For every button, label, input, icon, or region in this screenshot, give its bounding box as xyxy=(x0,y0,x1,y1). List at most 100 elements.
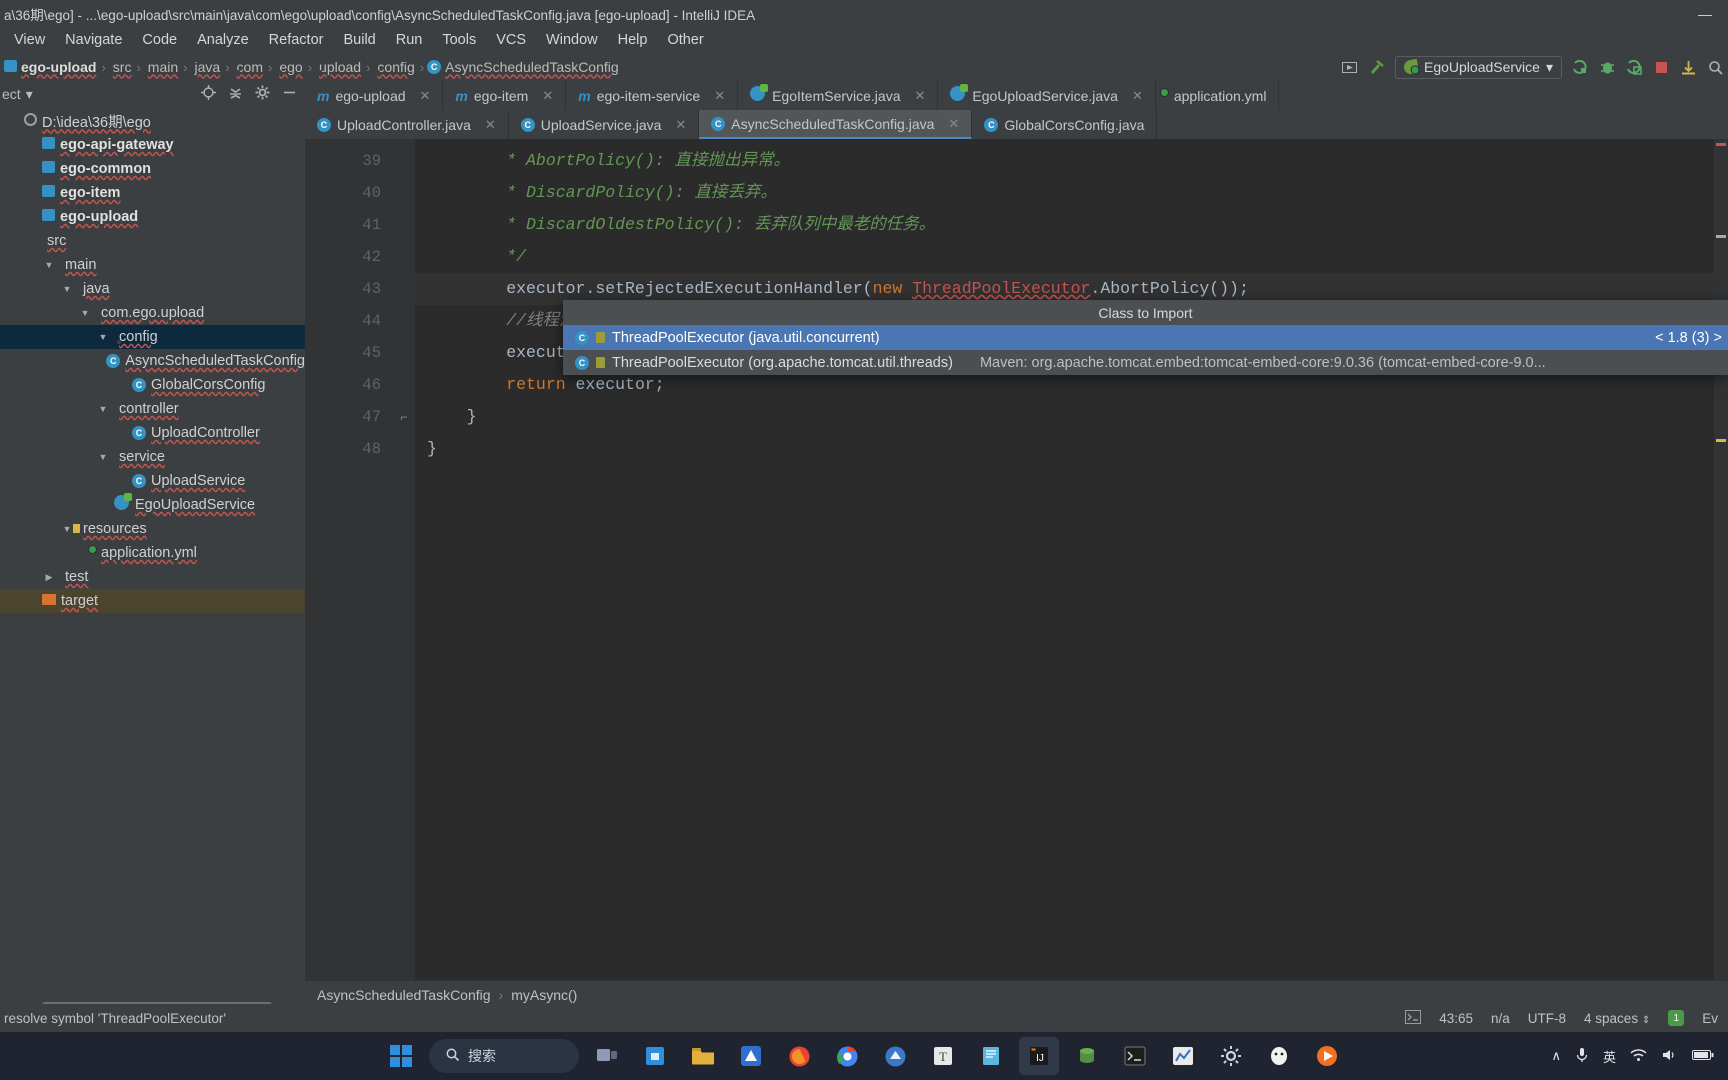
menu-item-other[interactable]: Other xyxy=(657,30,713,50)
code-folding-column[interactable]: ⌐ xyxy=(393,139,415,980)
project-tree[interactable]: D:\idea\36期\ego ego-api-gateway ego-common… xyxy=(0,107,305,1001)
inspection-warning-badge[interactable]: 1 xyxy=(1668,1010,1685,1026)
class-to-import-popup[interactable]: Class to Import C ThreadPoolExecutor (jav… xyxy=(563,300,1728,375)
menu-item-build[interactable]: Build xyxy=(333,30,385,50)
run-button-icon[interactable] xyxy=(1572,59,1589,76)
chevron-down-icon[interactable]: ▼ xyxy=(79,308,91,318)
fold-marker-icon[interactable]: ⌐ xyxy=(400,410,407,424)
menu-item-code[interactable]: Code xyxy=(132,30,187,50)
tree-node-src[interactable]: src xyxy=(0,229,305,253)
editor-tab-ego-item-service[interactable]: m ego-item-service ✕ xyxy=(566,81,739,110)
menu-item-navigate[interactable]: Navigate xyxy=(55,30,132,50)
close-icon[interactable]: ✕ xyxy=(714,88,725,104)
import-option-0[interactable]: C ThreadPoolExecutor (java.util.concurren… xyxy=(563,325,1728,350)
breadcrumb-item-upload[interactable]: upload xyxy=(313,59,365,76)
breadcrumb-item-src[interactable]: src xyxy=(107,59,136,76)
tree-node-controller[interactable]: ▼ controller xyxy=(0,397,305,421)
gear-icon[interactable] xyxy=(255,85,270,103)
tree-node-config[interactable]: ▼ config xyxy=(0,325,305,349)
tree-node-d-idea-36-ego[interactable]: D:\idea\36期\ego xyxy=(0,109,305,133)
code-line[interactable]: * AbortPolicy(): 直接抛出异常。 xyxy=(415,145,1728,177)
tree-node-resources[interactable]: ▼ resources xyxy=(0,517,305,541)
chevron-down-icon[interactable]: ▼ xyxy=(97,452,109,462)
file-encoding[interactable]: UTF-8 xyxy=(1528,1011,1566,1026)
tree-node-globalcorsconfig[interactable]: C GlobalCorsConfig xyxy=(0,373,305,397)
collapse-all-icon[interactable] xyxy=(228,85,243,103)
menu-item-analyze[interactable]: Analyze xyxy=(187,30,259,50)
wifi-icon[interactable] xyxy=(1630,1048,1647,1065)
indent-setting[interactable]: 4 spaces ⇕ xyxy=(1584,1011,1650,1026)
minimize-button[interactable]: — xyxy=(1682,0,1728,27)
error-stripe-marker-bar[interactable] xyxy=(1714,139,1728,980)
debug-button-icon[interactable] xyxy=(1599,59,1616,76)
code-line[interactable]: * DiscardPolicy(): 直接丢弃。 xyxy=(415,177,1728,209)
close-icon[interactable]: ✕ xyxy=(1132,88,1143,104)
editor-breadcrumb-myasync-[interactable]: myAsync() xyxy=(511,987,577,1003)
firefox-icon[interactable] xyxy=(779,1037,819,1075)
editor-tab-globalcorsconfig-java[interactable]: C GlobalCorsConfig.java xyxy=(972,110,1158,139)
breadcrumb-item-AsyncScheduledTaskConfig[interactable]: C AsyncScheduledTaskConfig xyxy=(425,59,623,76)
breadcrumb-item-main[interactable]: main xyxy=(142,59,182,76)
chevron-down-icon[interactable]: ▼ xyxy=(43,260,55,270)
terminal-icon[interactable] xyxy=(1115,1037,1155,1075)
close-icon[interactable]: ✕ xyxy=(420,88,431,104)
tree-node-uploadcontroller[interactable]: C UploadController xyxy=(0,421,305,445)
code-line[interactable]: } xyxy=(415,433,1728,465)
ide-icon[interactable] xyxy=(731,1037,771,1075)
close-icon[interactable]: ✕ xyxy=(675,117,686,133)
media-player-icon[interactable] xyxy=(1307,1037,1347,1075)
chevron-down-icon[interactable]: ▼ xyxy=(61,524,73,534)
task-view-icon[interactable] xyxy=(587,1037,627,1075)
tree-node-main[interactable]: ▼ main xyxy=(0,253,305,277)
open-terminal-icon[interactable] xyxy=(1341,59,1358,76)
chevron-right-icon[interactable]: ▶ xyxy=(43,572,55,583)
stop-button-icon[interactable] xyxy=(1653,59,1670,76)
windows-start-icon[interactable] xyxy=(381,1037,421,1075)
update-app-icon[interactable] xyxy=(1680,59,1697,76)
navicat-icon[interactable] xyxy=(1067,1037,1107,1075)
editor-tabs-row-2[interactable]: C UploadController.java ✕ C UploadService.ja… xyxy=(305,110,1728,139)
editor-tab-ego-upload[interactable]: m ego-upload ✕ xyxy=(305,81,444,110)
hide-panel-icon[interactable] xyxy=(282,85,297,103)
notes-icon[interactable] xyxy=(971,1037,1011,1075)
editor-breadcrumb-asyncscheduledtaskconfig[interactable]: AsyncScheduledTaskConfig xyxy=(317,987,491,1003)
tree-node-java[interactable]: ▼ java xyxy=(0,277,305,301)
locate-file-icon[interactable] xyxy=(201,85,216,103)
import-option-1[interactable]: C ThreadPoolExecutor (org.apache.tomcat.u… xyxy=(563,350,1728,375)
error-stripe-warning[interactable] xyxy=(1716,439,1726,442)
chrome-icon[interactable] xyxy=(827,1037,867,1075)
code-line[interactable]: } xyxy=(415,401,1728,433)
tree-node-com-ego-upload[interactable]: ▼ com.ego.upload xyxy=(0,301,305,325)
qq-icon[interactable] xyxy=(1259,1037,1299,1075)
tree-node-application-yml[interactable]: application.yml xyxy=(0,541,305,565)
close-icon[interactable]: ✕ xyxy=(542,88,553,104)
code-line[interactable]: */ xyxy=(415,241,1728,273)
search-everywhere-icon[interactable] xyxy=(1707,59,1724,76)
taskbar-search[interactable]: 搜索 xyxy=(429,1039,579,1073)
editor-tab-application-yml[interactable]: application.yml xyxy=(1155,81,1280,110)
tree-node-service[interactable]: ▼ service xyxy=(0,445,305,469)
editor-tabs-row-1[interactable]: m ego-upload ✕ m ego-item ✕ m ego-item-service ✕… xyxy=(305,81,1728,110)
line-separator[interactable]: n/a xyxy=(1491,1011,1510,1026)
breadcrumb-item-ego[interactable]: ego xyxy=(273,59,306,76)
event-log-icon[interactable]: Ev xyxy=(1702,1011,1718,1026)
settings-icon[interactable] xyxy=(1211,1037,1251,1075)
breadcrumb-item-com[interactable]: com xyxy=(231,59,267,76)
project-panel-title[interactable]: ect ▾ xyxy=(2,86,33,103)
editor-tab-egoitemservice-java[interactable]: EgoItemService.java ✕ xyxy=(738,81,939,110)
file-explorer-icon[interactable] xyxy=(683,1037,723,1075)
breadcrumb-item-ego-upload[interactable]: ego-upload xyxy=(2,59,100,76)
menu-item-vcs[interactable]: VCS xyxy=(486,30,536,50)
tree-node-ego-common[interactable]: ego-common xyxy=(0,157,305,181)
chevron-up-icon[interactable]: ∧ xyxy=(1551,1048,1561,1064)
chevron-down-icon[interactable]: ▼ xyxy=(97,332,109,342)
tree-node-egouploadservice[interactable]: EgoUploadService xyxy=(0,493,305,517)
menu-item-run[interactable]: Run xyxy=(386,30,433,50)
editor-tab-ego-item[interactable]: m ego-item ✕ xyxy=(443,81,567,110)
editor-tab-asyncscheduledtaskconfig-java[interactable]: C AsyncScheduledTaskConfig.java ✕ xyxy=(699,110,973,139)
intellij-icon[interactable]: IJ xyxy=(1019,1037,1059,1075)
close-icon[interactable]: ✕ xyxy=(915,88,926,104)
battery-icon[interactable] xyxy=(1692,1049,1714,1064)
run-configuration-selector[interactable]: EgoUploadService ▾ xyxy=(1395,55,1562,79)
chevron-down-icon[interactable]: ▼ xyxy=(61,284,73,294)
